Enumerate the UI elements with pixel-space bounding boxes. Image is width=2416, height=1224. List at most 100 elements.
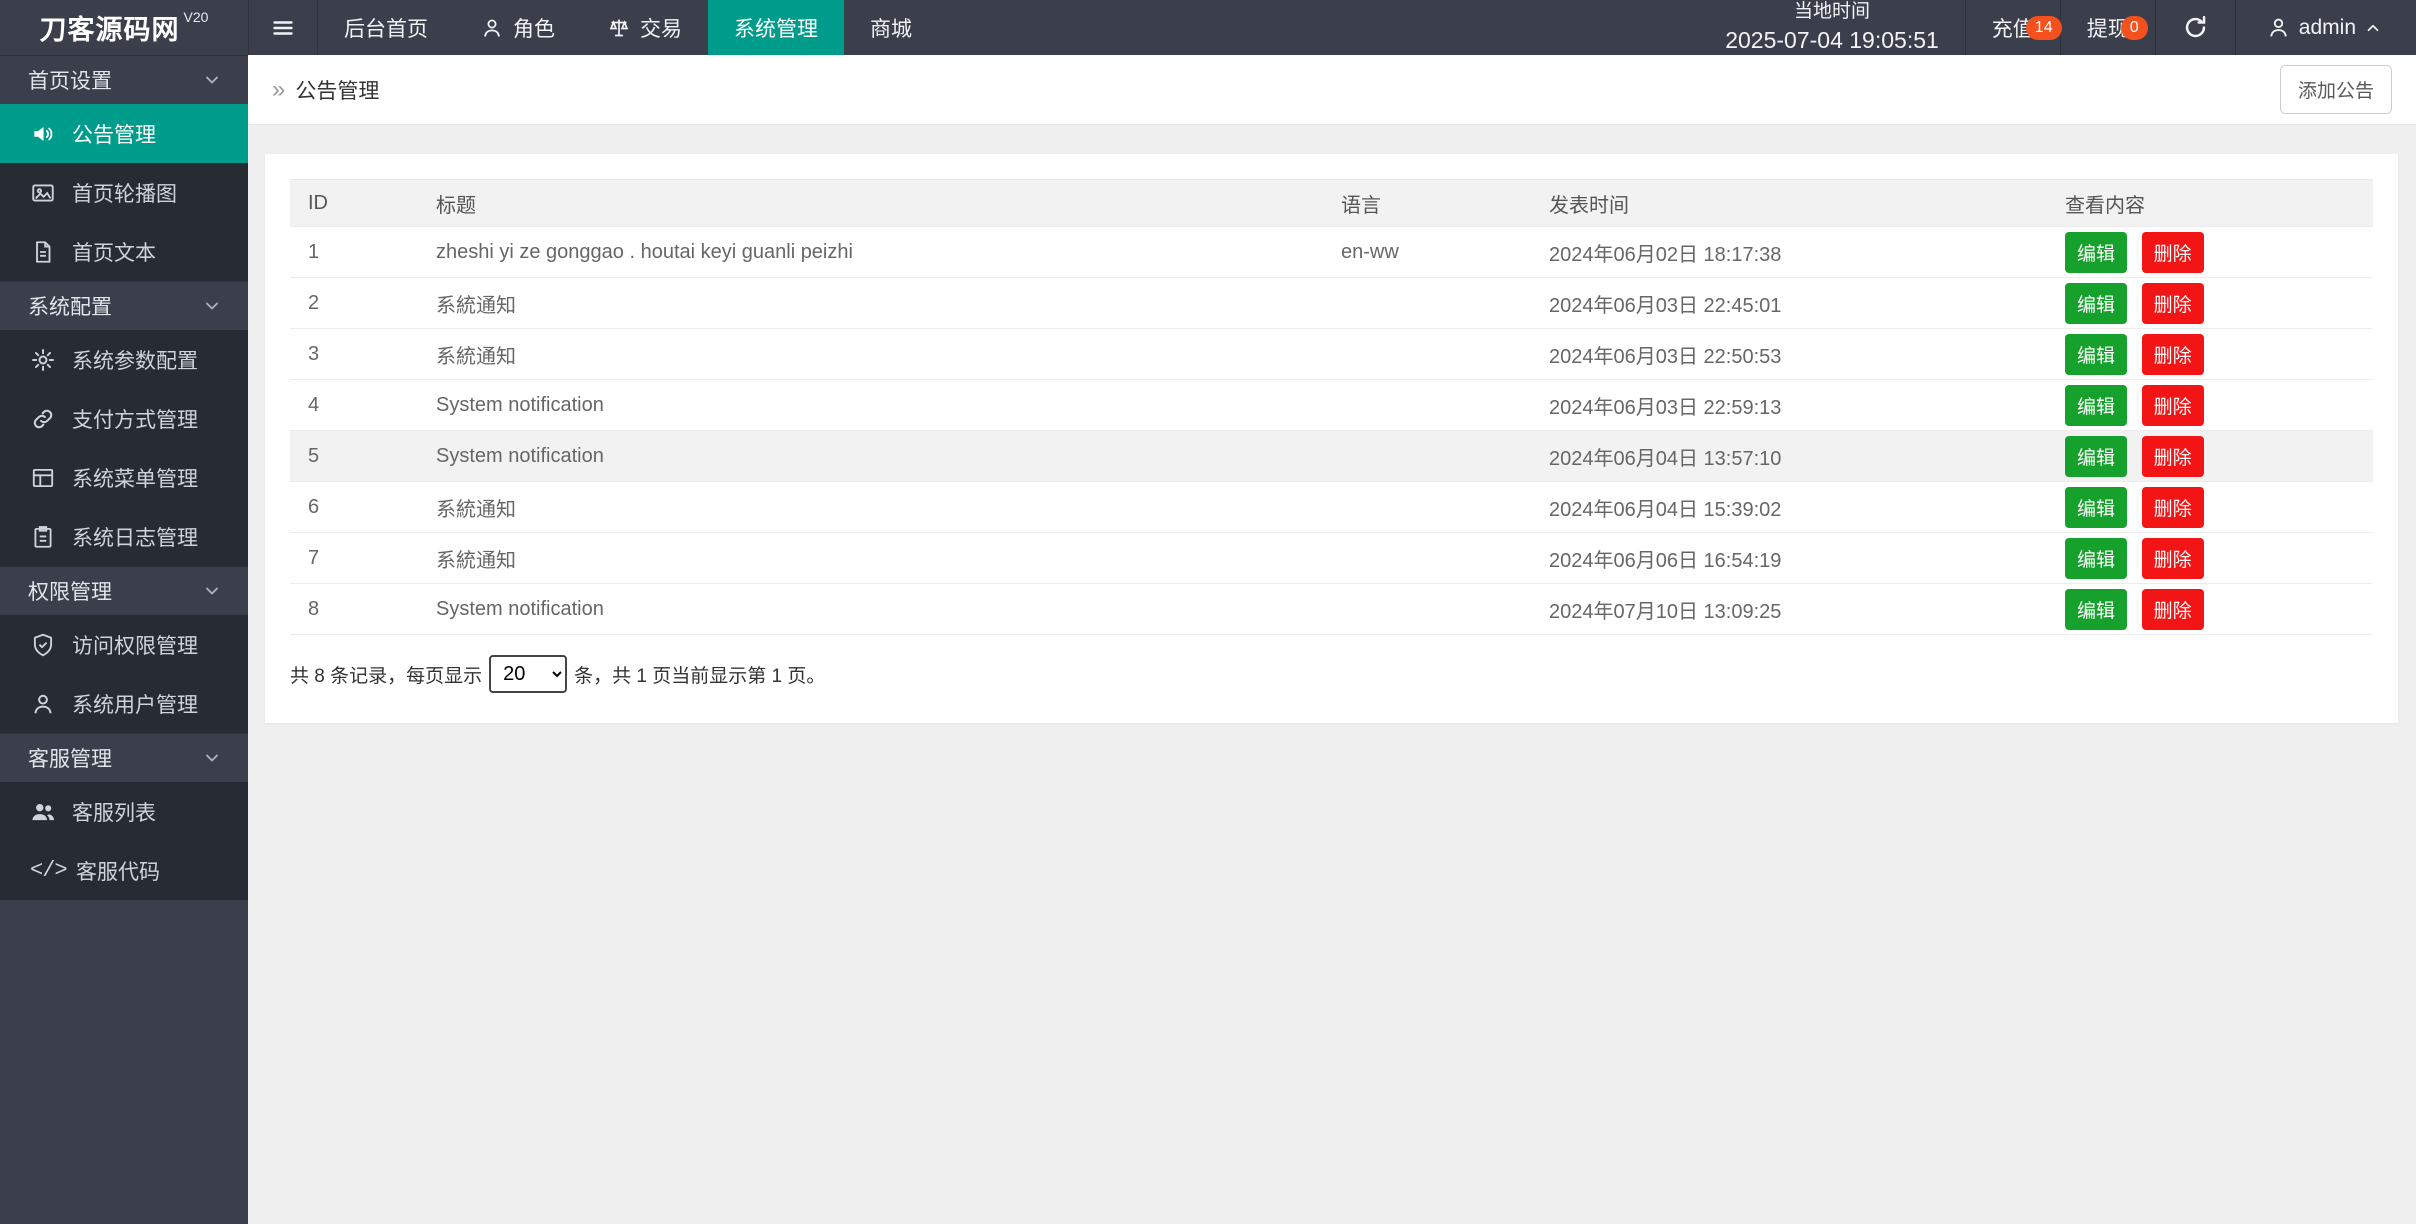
delete-button[interactable]: 删除 — [2141, 333, 2204, 375]
sidebar-item-label: 系统参数配置 — [72, 349, 198, 373]
sidebar-item-system-logs[interactable]: 系统日志管理 — [0, 507, 248, 566]
delete-button[interactable]: 删除 — [2141, 282, 2204, 324]
sidebar-section-label: 系统配置 — [28, 296, 112, 319]
table-row: 1 zheshi yi ze gonggao . houtai keyi gua… — [290, 226, 2373, 278]
sidebar-item-payment-methods[interactable]: 支付方式管理 — [0, 389, 248, 448]
table-row: 5 System notification 2024年06月04日 13:57:… — [290, 430, 2373, 482]
delete-button[interactable]: 删除 — [2141, 384, 2204, 426]
cell-publish-time: 2024年07月10日 13:09:25 — [1549, 583, 2065, 635]
pagination-text-before: 共 8 条记录，每页显示 — [290, 665, 483, 687]
edit-button[interactable]: 编辑 — [2065, 282, 2128, 324]
sidebar-section-home-settings[interactable]: 首页设置 — [0, 55, 248, 104]
edit-button[interactable]: 编辑 — [2065, 435, 2128, 477]
local-time-value: 2025-07-04 19:05:51 — [1725, 26, 1939, 53]
edit-button[interactable]: 编辑 — [2065, 384, 2128, 426]
edit-button[interactable]: 编辑 — [2065, 537, 2128, 579]
cell-language — [1341, 379, 1549, 431]
cell-actions: 编辑 删除 — [2065, 430, 2373, 482]
column-header-publish-time: 发表时间 — [1549, 179, 2065, 227]
chevron-down-icon — [206, 76, 218, 84]
sidebar-item-home-carousel[interactable]: 首页轮播图 — [0, 163, 248, 222]
delete-button[interactable]: 删除 — [2141, 486, 2204, 528]
sidebar-item-system-users[interactable]: 系统用户管理 — [0, 674, 248, 733]
cell-publish-time: 2024年06月04日 15:39:02 — [1549, 481, 2065, 533]
breadcrumb-caret-icon: » — [272, 75, 286, 103]
refresh-icon — [2185, 15, 2206, 38]
edit-button[interactable]: 编辑 — [2065, 486, 2128, 528]
cell-language — [1341, 328, 1549, 380]
hamburger-menu-button[interactable] — [248, 0, 318, 55]
cell-actions: 编辑 删除 — [2065, 226, 2373, 278]
sidebar-section-label: 客服管理 — [28, 748, 112, 771]
sidebar-item-label: 系统日志管理 — [72, 526, 198, 550]
nav-item-roles[interactable]: 角色 — [454, 0, 581, 55]
chevron-down-icon — [206, 587, 218, 595]
nav-item-trade[interactable]: 交易 — [581, 0, 708, 55]
withdraw-button[interactable]: 提现 0 — [2059, 0, 2155, 55]
sidebar-item-label: 首页轮播图 — [72, 182, 177, 206]
cell-publish-time: 2024年06月03日 22:50:53 — [1549, 328, 2065, 380]
delete-button[interactable]: 删除 — [2141, 231, 2204, 273]
pagination: 共 8 条记录，每页显示 20 条，共 1 页当前显示第 1 页。 — [290, 655, 2373, 693]
recharge-button[interactable]: 充值 14 — [1964, 0, 2062, 55]
edit-button[interactable]: 编辑 — [2065, 231, 2128, 273]
scales-icon — [609, 19, 629, 36]
cell-publish-time: 2024年06月02日 18:17:38 — [1549, 226, 2065, 278]
delete-button[interactable]: 删除 — [2141, 435, 2204, 477]
nav-item-mall[interactable]: 商城 — [844, 0, 938, 55]
chevron-down-icon — [206, 754, 218, 762]
announcement-table: ID 标题 语言 发表时间 查看内容 1 zheshi yi ze gongga… — [290, 179, 2373, 635]
nav-item-label: 角色 — [513, 17, 555, 41]
sidebar-section-customer-service[interactable]: 客服管理 — [0, 733, 248, 782]
cell-actions: 编辑 删除 — [2065, 583, 2373, 635]
cell-language — [1341, 532, 1549, 584]
sidebar-item-service-list[interactable]: 客服列表 — [0, 782, 248, 841]
recharge-label-wrap: 充值 14 — [1992, 13, 2062, 43]
sidebar-item-system-menu[interactable]: 系统菜单管理 — [0, 448, 248, 507]
announcement-table-card: ID 标题 语言 发表时间 查看内容 1 zheshi yi ze gongga… — [265, 154, 2398, 723]
sidebar-item-service-code[interactable]: </> 客服代码 — [0, 841, 248, 900]
cell-publish-time: 2024年06月04日 13:57:10 — [1549, 430, 2065, 482]
cell-publish-time: 2024年06月03日 22:59:13 — [1549, 379, 2065, 431]
nav-item-system-management[interactable]: 系统管理 — [708, 0, 844, 55]
topbar-right: 当地时间 2025-07-04 19:05:51 充值 14 提现 0 admi… — [1699, 0, 2416, 55]
sidebar-item-system-params[interactable]: 系统参数配置 — [0, 330, 248, 389]
table-row: 6 系統通知 2024年06月04日 15:39:02 编辑 删除 — [290, 481, 2373, 533]
edit-button[interactable]: 编辑 — [2065, 588, 2128, 630]
sidebar-section-permissions[interactable]: 权限管理 — [0, 566, 248, 615]
nav-item-dashboard[interactable]: 后台首页 — [318, 0, 454, 55]
cell-actions: 编辑 删除 — [2065, 277, 2373, 329]
table-row: 3 系統通知 2024年06月03日 22:50:53 编辑 删除 — [290, 328, 2373, 380]
topbar: 刀客源码网 V20 后台首页 角色 交易 系统管理 商城 当地时间 2025-0… — [0, 0, 2416, 55]
pagination-text-after: 条，共 1 页当前显示第 1 页。 — [574, 665, 826, 687]
cell-title: System notification — [436, 379, 1341, 431]
document-icon — [36, 240, 51, 263]
cell-actions: 编辑 删除 — [2065, 328, 2373, 380]
app-logo: 刀客源码网 V20 — [0, 0, 248, 55]
nav-item-label: 交易 — [640, 17, 682, 41]
sidebar-item-home-text[interactable]: 首页文本 — [0, 222, 248, 281]
cell-actions: 编辑 删除 — [2065, 481, 2373, 533]
edit-button[interactable]: 编辑 — [2065, 333, 2128, 375]
page-size-select[interactable]: 20 — [489, 655, 568, 693]
cell-id: 6 — [290, 481, 436, 533]
delete-button[interactable]: 删除 — [2141, 588, 2204, 630]
sidebar-item-announcement-management[interactable]: 公告管理 — [0, 104, 248, 163]
cell-language — [1341, 277, 1549, 329]
sidebar-item-access-permissions[interactable]: 访问权限管理 — [0, 615, 248, 674]
sidebar-item-label: 首页文本 — [72, 241, 156, 265]
chevron-up-icon — [2367, 24, 2379, 31]
nav-item-label: 后台首页 — [344, 17, 428, 41]
admin-user-menu[interactable]: admin — [2234, 0, 2416, 55]
add-announcement-button[interactable]: 添加公告 — [2279, 65, 2392, 114]
cell-title: System notification — [436, 583, 1341, 635]
breadcrumb: » 公告管理 添加公告 — [248, 55, 2416, 125]
sidebar-section-system-config[interactable]: 系统配置 — [0, 281, 248, 330]
megaphone-icon — [34, 126, 53, 141]
column-header-title: 标题 — [436, 179, 1341, 227]
sidebar-item-label: 系统用户管理 — [72, 693, 198, 717]
topbar-nav: 后台首页 角色 交易 系统管理 商城 — [248, 0, 938, 55]
refresh-button[interactable] — [2154, 0, 2235, 55]
delete-button[interactable]: 删除 — [2141, 537, 2204, 579]
cell-id: 7 — [290, 532, 436, 584]
